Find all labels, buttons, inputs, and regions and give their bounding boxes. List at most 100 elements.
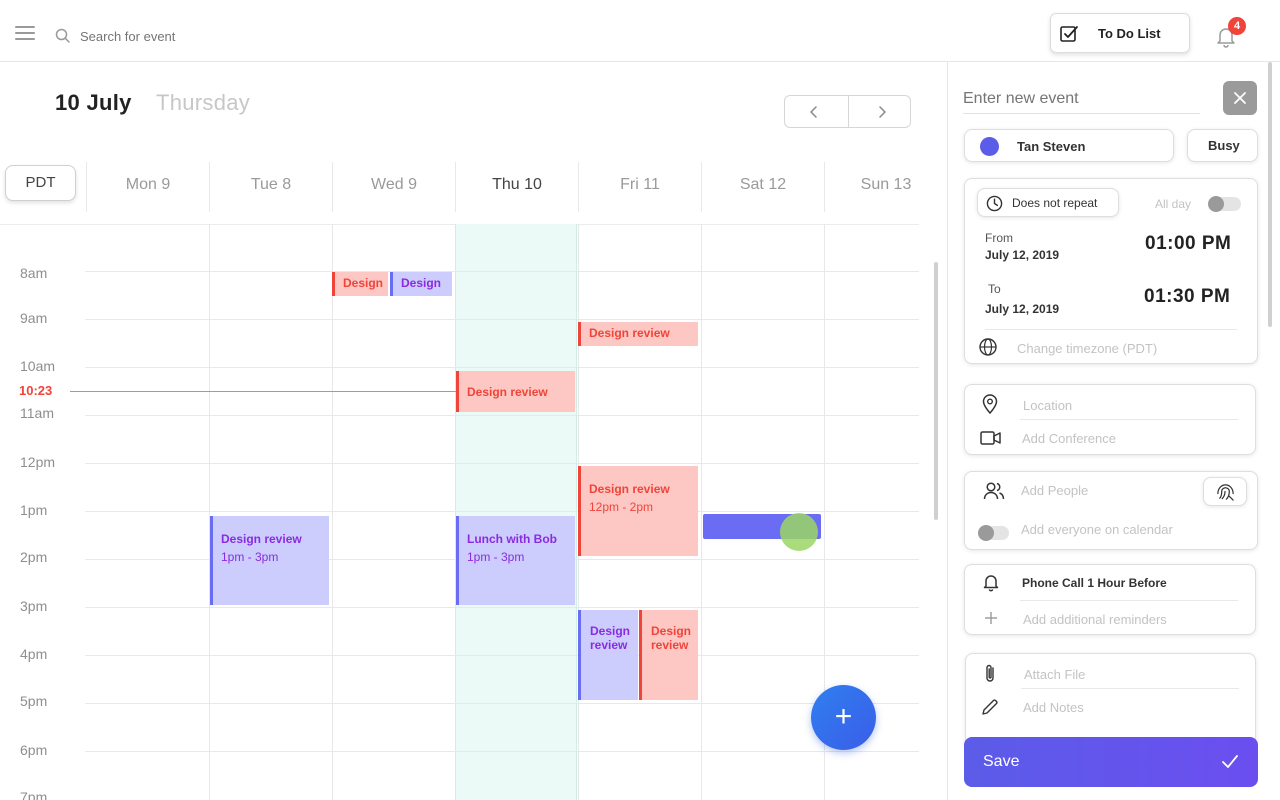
- pencil-icon: [982, 699, 998, 715]
- location-input[interactable]: Location: [1023, 398, 1072, 413]
- all-day-toggle[interactable]: [1208, 196, 1241, 212]
- time-label: 3pm: [20, 598, 48, 614]
- to-date[interactable]: July 12, 2019: [985, 302, 1059, 316]
- save-button[interactable]: Save: [964, 737, 1258, 787]
- repeat-label: Does not repeat: [1012, 196, 1098, 210]
- bell-icon: [983, 575, 999, 592]
- time-label: 9am: [20, 310, 48, 326]
- chevron-left-icon[interactable]: [807, 105, 821, 119]
- column-line: [209, 224, 210, 800]
- availability-button[interactable]: Busy: [1187, 129, 1258, 162]
- event-card[interactable]: Design: [332, 272, 388, 296]
- hour-line: [85, 511, 919, 512]
- search-input[interactable]: [80, 26, 380, 46]
- day-header-fri[interactable]: Fri 11: [578, 162, 701, 212]
- time-label: 6pm: [20, 742, 48, 758]
- event-title: Design review: [467, 385, 548, 399]
- event-card[interactable]: Design review: [639, 610, 698, 700]
- reminder-divider: [1020, 600, 1238, 601]
- todo-list-button[interactable]: To Do List: [1050, 13, 1190, 53]
- event-title: Lunch with Bob: [467, 532, 557, 546]
- cursor-indicator: [780, 513, 818, 551]
- from-time[interactable]: 01:00 PM: [1145, 233, 1231, 255]
- timezone-button[interactable]: PDT: [5, 165, 76, 201]
- column-line: [701, 224, 702, 800]
- chevron-right-icon[interactable]: [875, 105, 889, 119]
- calendar-owner-select[interactable]: Tan Steven: [964, 129, 1174, 162]
- conference-input[interactable]: Add Conference: [1022, 431, 1116, 446]
- add-event-button[interactable]: +: [811, 685, 876, 750]
- hour-line: [85, 271, 919, 272]
- hour-line: [85, 703, 919, 704]
- menu-icon[interactable]: [15, 26, 35, 42]
- time-label: 4pm: [20, 646, 48, 662]
- hour-line: [85, 463, 919, 464]
- event-title: Design review: [589, 482, 670, 496]
- current-time-label: 10:23: [19, 383, 53, 398]
- add-people-input[interactable]: Add People: [1021, 483, 1088, 498]
- day-header-mon[interactable]: Mon 9: [86, 162, 209, 212]
- toggle-knob: [978, 525, 994, 541]
- event-time: 1pm - 3pm: [221, 550, 279, 564]
- calendar-view: 10 July Thursday PDT Mon 9 Tue 8 Wed 9 T…: [0, 62, 947, 800]
- event-title: Design review: [651, 624, 692, 652]
- change-timezone-link[interactable]: Change timezone (PDT): [1017, 341, 1157, 356]
- repeat-button[interactable]: Does not repeat: [977, 188, 1119, 217]
- attach-file-link[interactable]: Attach File: [1024, 667, 1085, 682]
- todo-list-label: To Do List: [1098, 26, 1161, 41]
- event-card[interactable]: Lunch with Bob 1pm - 3pm: [456, 516, 575, 605]
- day-header-sat[interactable]: Sat 12: [701, 162, 824, 212]
- time-card: Does not repeat All day From July 12, 20…: [964, 178, 1258, 364]
- close-button[interactable]: [1223, 81, 1257, 115]
- current-time-line: [70, 391, 457, 392]
- time-label: 2pm: [20, 549, 48, 565]
- time-label: 11am: [20, 405, 54, 421]
- fingerprint-icon: [1217, 484, 1234, 501]
- add-everyone-label: Add everyone on calendar: [1021, 522, 1173, 537]
- from-date[interactable]: July 12, 2019: [985, 248, 1059, 262]
- to-label: To: [988, 282, 1001, 296]
- event-card[interactable]: Design review: [578, 610, 638, 700]
- new-event-title-input[interactable]: [963, 84, 1200, 114]
- panel-scrollbar[interactable]: [1268, 62, 1272, 327]
- calendar-color-dot: [980, 137, 999, 156]
- add-everyone-toggle[interactable]: [978, 525, 1009, 541]
- plus-icon: [985, 612, 997, 624]
- checkbox-icon: [1060, 26, 1078, 42]
- hour-line: [85, 319, 919, 320]
- add-reminder-link[interactable]: Add additional reminders: [1023, 612, 1167, 627]
- event-card[interactable]: Design review: [578, 322, 698, 346]
- reminder-label[interactable]: Phone Call 1 Hour Before: [1022, 576, 1167, 590]
- time-label: 7pm: [20, 789, 48, 800]
- time-divider: [985, 329, 1237, 330]
- event-card[interactable]: Design: [390, 272, 452, 296]
- to-time[interactable]: 01:30 PM: [1144, 286, 1230, 308]
- calendar-scrollbar[interactable]: [934, 262, 938, 520]
- availability-label: Busy: [1208, 138, 1240, 153]
- attach-divider: [1021, 688, 1239, 689]
- reminder-card: Phone Call 1 Hour Before Add additional …: [964, 564, 1256, 635]
- day-header-wed[interactable]: Wed 9: [332, 162, 455, 212]
- fingerprint-button[interactable]: [1203, 477, 1247, 506]
- current-date: 10 July: [55, 90, 132, 115]
- day-header-thu[interactable]: Thu 10: [455, 162, 578, 212]
- time-label: 8am: [20, 265, 48, 281]
- toggle-knob: [1208, 196, 1224, 212]
- event-title: Design review: [589, 326, 670, 340]
- column-line: [332, 224, 333, 800]
- time-label: 1pm: [20, 502, 48, 518]
- event-card[interactable]: Design review 12pm - 2pm: [578, 466, 698, 556]
- event-card[interactable]: Design review 1pm - 3pm: [210, 516, 329, 605]
- event-title: Design review: [590, 624, 631, 652]
- day-header-tue[interactable]: Tue 8: [209, 162, 332, 212]
- hour-line: [85, 751, 919, 752]
- all-day-label: All day: [1155, 197, 1192, 211]
- event-card[interactable]: Design review: [456, 371, 575, 412]
- search-icon: [55, 28, 70, 43]
- day-header-sun[interactable]: Sun 13: [824, 162, 947, 212]
- week-navigation: [784, 95, 911, 128]
- add-notes-input[interactable]: Add Notes: [1023, 700, 1084, 715]
- top-bar: To Do List 4: [0, 0, 1280, 62]
- clock-icon: [986, 195, 1003, 212]
- pin-icon: [982, 394, 998, 414]
